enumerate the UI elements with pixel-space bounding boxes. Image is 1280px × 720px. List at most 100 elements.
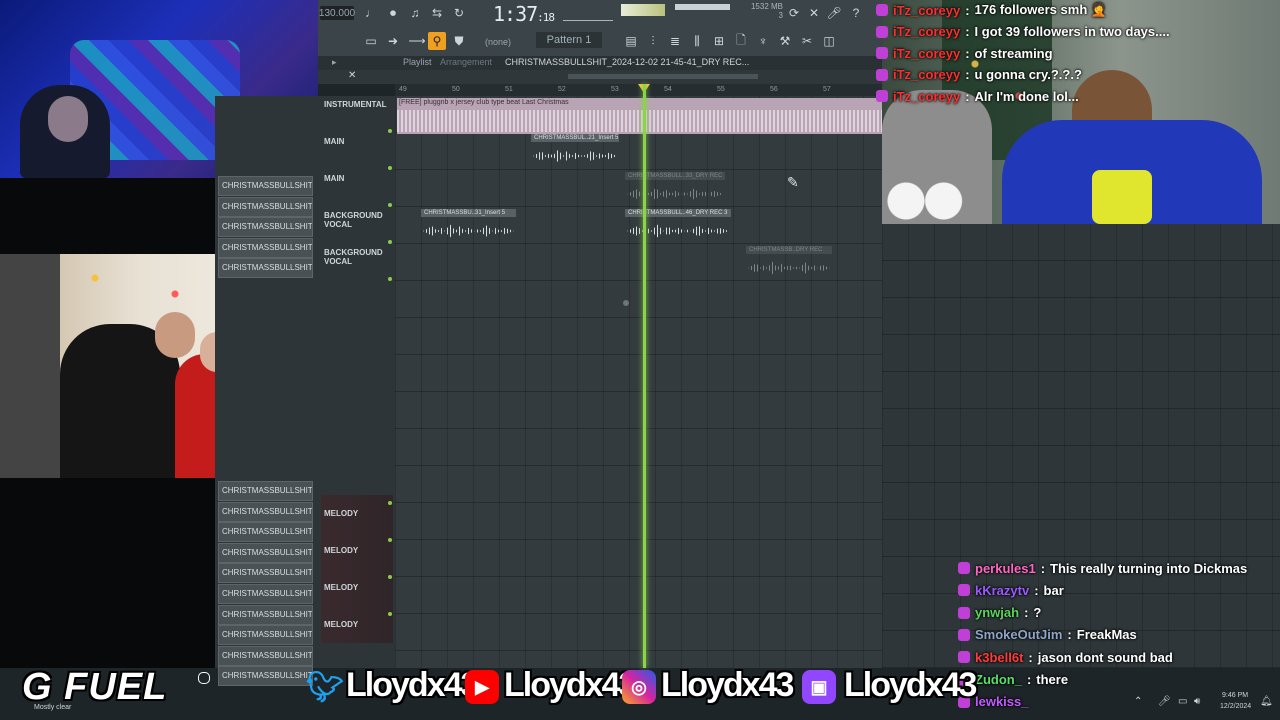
clip-list-item[interactable]: CHRISTMASSBULLSHIT_20...: [218, 584, 313, 604]
chat-message: iTz_coreyy: I got 39 followers in two day…: [876, 22, 1170, 42]
tempo-display[interactable]: 130.000: [319, 6, 355, 20]
clip-list-item[interactable]: CHRISTMASSBULLSHIT_20...: [218, 604, 313, 625]
track-label: BACKGROUND VOCAL: [324, 248, 383, 266]
tools-icon[interactable]: ⚒: [777, 32, 793, 50]
chat-username[interactable]: iTz_coreyy: [893, 67, 960, 82]
arrangement-label[interactable]: Arrangement: [440, 57, 492, 67]
stamp-icon[interactable]: ⛊: [450, 32, 468, 50]
record-mode-icon[interactable]: ⏺: [384, 4, 402, 22]
track-mute-dot[interactable]: [388, 240, 392, 244]
track-mute-dot[interactable]: [388, 538, 392, 542]
step-icon[interactable]: ♫: [406, 4, 424, 22]
chat-username[interactable]: iTz_coreyy: [893, 46, 960, 61]
piano-roll-icon[interactable]: ⫶: [645, 32, 661, 50]
clip-list-item[interactable]: CHRISTMASSBULLSHIT_20...: [218, 542, 313, 563]
link-icon[interactable]: ⚲: [428, 32, 446, 50]
cut-icon[interactable]: ✂: [799, 32, 815, 50]
chat-message: iTz_coreyy:176 followers smh 🤦: [876, 0, 1107, 20]
chat-username[interactable]: kKrazytv: [975, 583, 1029, 598]
twitter-handle: Lloydx43: [346, 666, 479, 704]
instagram-handle: Lloydx43: [661, 666, 794, 704]
audio-clip[interactable]: CHRISTMASSBULL..33_DRY REC: [625, 172, 725, 208]
play-arrow-icon[interactable]: ➜: [384, 32, 402, 50]
track-header-melody[interactable]: MELODY: [322, 612, 402, 657]
chat-username[interactable]: Zudon_: [975, 672, 1022, 687]
plugin-icon[interactable]: ♆: [755, 32, 771, 50]
volume-icon[interactable]: 🔊︎: [1194, 696, 1200, 707]
audio-clip[interactable]: CHRISTMASSBULL..46_DRY REC 3: [625, 209, 731, 245]
clip-title: [FREE] pluggnb x jersey club type beat L…: [399, 99, 569, 106]
chat-username[interactable]: ynwjah: [975, 605, 1019, 620]
track-mute-dot[interactable]: [388, 166, 392, 170]
track-label: MELODY: [324, 546, 359, 555]
track-mute-dot[interactable]: [388, 277, 392, 281]
audio-clip[interactable]: CHRISTMASSB..DRY REC: [746, 246, 832, 282]
window-arrow-icon[interactable]: ▸: [332, 57, 337, 68]
refresh-icon[interactable]: ⟳: [786, 4, 802, 22]
clip-list-item[interactable]: CHRISTMASSBULLSHIT_20...: [218, 563, 313, 584]
audio-clip[interactable]: CHRISTMASSBU..31_Insert 5: [421, 209, 516, 245]
chevron-up-icon[interactable]: ⌃: [1134, 696, 1142, 707]
track-header[interactable]: BACKGROUND VOCAL: [322, 247, 402, 284]
track-header[interactable]: MAIN: [322, 173, 402, 210]
chat-username[interactable]: lewkiss_: [975, 694, 1029, 709]
notification-icon[interactable]: 🔔︎: [1260, 696, 1273, 707]
track-header[interactable]: MAIN: [322, 136, 402, 173]
channel-rack-icon[interactable]: ≣: [667, 32, 683, 50]
chat-colon: :: [965, 2, 970, 18]
chat-username[interactable]: k3bell6t: [975, 650, 1023, 665]
channel-selector[interactable]: (none): [468, 33, 528, 51]
track-header[interactable]: BACKGROUND VOCAL: [322, 210, 402, 247]
clip-list-item[interactable]: CHRISTMASSBULLSHIT_20...: [218, 481, 313, 501]
mixer-faders-icon[interactable]: ⫼: [689, 32, 705, 50]
keyboard-icon[interactable]: ▭: [362, 32, 380, 50]
clip-list-item[interactable]: CHRISTMASSBULLSHIT_20...: [218, 666, 313, 687]
close-icon[interactable]: ✕: [348, 70, 356, 81]
clock-date[interactable]: 12/2/2024: [1220, 703, 1251, 710]
clip-list-item[interactable]: CHRISTMASSBULLSHIT_20...: [218, 522, 313, 543]
clip-list-item[interactable]: CHRISTMASSBULLSHIT_20...: [218, 501, 313, 522]
chat-text: bar: [1043, 582, 1064, 598]
master-volume-slider[interactable]: [675, 4, 730, 10]
clip-list-item[interactable]: CHRISTMASSBULLSHIT_20...: [218, 625, 313, 646]
clip-list-item[interactable]: CHRISTMASSBULLSHIT_20...: [218, 217, 313, 237]
chat-username[interactable]: perkules1: [975, 561, 1036, 576]
mic-icon[interactable]: 🎤︎: [826, 4, 842, 22]
chat-username[interactable]: iTz_coreyy: [893, 24, 960, 39]
chat-username[interactable]: iTz_coreyy: [893, 89, 960, 104]
track-mute-dot[interactable]: [388, 203, 392, 207]
instrumental-audio-clip[interactable]: [FREE] pluggnb x jersey club type beat L…: [397, 98, 882, 134]
chat-message: ynwjah:?: [958, 603, 1041, 623]
clip-list-item[interactable]: CHRISTMASSBULLSHIT_20...: [218, 258, 313, 278]
playlist-icon[interactable]: ▤: [623, 32, 639, 50]
pattern-selector[interactable]: Pattern 1: [536, 32, 602, 48]
track-mute-dot[interactable]: [388, 129, 392, 133]
loop-icon[interactable]: ↻: [450, 4, 468, 22]
help-icon[interactable]: ?: [848, 4, 864, 22]
blend-icon[interactable]: ⇆: [428, 4, 446, 22]
chat-username[interactable]: SmokeOutJim: [975, 627, 1062, 642]
clip-list-item[interactable]: CHRISTMASSBULLSHIT_20...: [218, 645, 313, 666]
track-mute-dot[interactable]: [388, 501, 392, 505]
chat-username[interactable]: iTz_coreyy: [893, 3, 960, 18]
clip-list-item[interactable]: CHRISTMASSBULLSHIT_20...: [218, 196, 313, 217]
mic-tray-icon[interactable]: 🎤︎: [1158, 696, 1171, 707]
chat-message: perkules1: This really turning into Dickm…: [958, 558, 1247, 578]
metronome-icon[interactable]: ♩: [362, 4, 380, 22]
audio-clip[interactable]: CHRISTMASSBUL..21_Insert 5: [531, 134, 619, 170]
chat-text: jason dont sound bad: [1037, 649, 1173, 665]
snap-icon[interactable]: ⟶: [408, 32, 426, 50]
horizontal-scrollbar[interactable]: [568, 74, 758, 79]
track-header[interactable]: INSTRUMENTAL: [322, 99, 402, 136]
network-icon[interactable]: ▭: [1178, 696, 1187, 707]
clip-list-item[interactable]: CHRISTMASSBULLSHIT_20...: [218, 237, 313, 258]
mixer-icon[interactable]: ✕: [806, 4, 822, 22]
track-mute-dot[interactable]: [388, 575, 392, 579]
browser-icon[interactable]: ⊞: [711, 32, 727, 50]
clip-list-item[interactable]: CHRISTMASSBULLSHIT_20...: [218, 176, 313, 196]
clock-time[interactable]: 9:46 PM: [1222, 692, 1248, 699]
track-mute-dot[interactable]: [388, 612, 392, 616]
playhead[interactable]: [643, 84, 646, 668]
chat-badge-icon: [876, 25, 888, 38]
file-icon[interactable]: 🗋︎: [733, 32, 749, 50]
